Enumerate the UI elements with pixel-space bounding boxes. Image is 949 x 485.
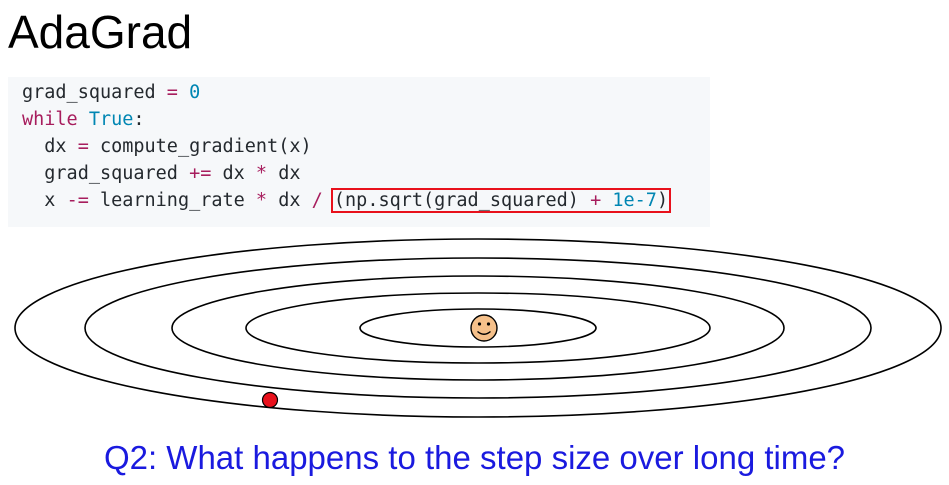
code-line-1: grad_squared = 0 <box>22 82 201 103</box>
question-text: Q2: What happens to the step size over l… <box>103 439 846 476</box>
code-line-2: while True: <box>22 109 145 130</box>
code-line-5: x -= learning_rate * dx / (np.sqrt(grad_… <box>22 187 710 214</box>
contour-diagram <box>14 238 942 418</box>
smiley-face-icon <box>470 314 498 342</box>
code-line-3: dx = compute_gradient(x) <box>44 136 312 157</box>
red-dot-icon <box>261 391 279 409</box>
highlighted-denominator: (np.sqrt(grad_squared) + 1e-7) <box>330 188 672 213</box>
code-line-4: grad_squared += dx * dx <box>44 163 301 184</box>
code-block: grad_squared = 0 while True: dx = comput… <box>8 77 710 227</box>
slide-title: AdaGrad <box>8 6 193 58</box>
